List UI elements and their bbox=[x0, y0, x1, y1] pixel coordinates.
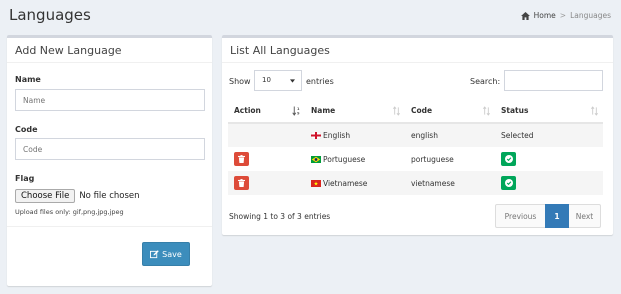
name-input[interactable] bbox=[15, 89, 205, 111]
add-language-title: Add New Language bbox=[7, 38, 212, 63]
edit-icon bbox=[150, 249, 159, 258]
name-label: Name bbox=[15, 75, 41, 84]
svg-text:1: 1 bbox=[297, 107, 300, 111]
name-cell: English bbox=[305, 123, 405, 147]
action-cell bbox=[228, 147, 305, 171]
action-cell bbox=[228, 123, 305, 147]
table-row: Vietnamese vietnamese bbox=[228, 171, 603, 195]
code-input[interactable] bbox=[15, 138, 205, 160]
column-header-action[interactable]: Action 1 9 bbox=[228, 99, 305, 124]
br-flag-icon bbox=[311, 155, 321, 163]
breadcrumb: Home > Languages bbox=[520, 11, 611, 20]
flag-file-input[interactable]: Choose File No file chosen bbox=[15, 189, 140, 203]
status-cell: Selected bbox=[495, 123, 603, 147]
status-cell bbox=[495, 147, 603, 171]
set-active-button[interactable] bbox=[501, 152, 516, 166]
choose-file-button[interactable]: Choose File bbox=[15, 189, 76, 203]
search-input[interactable] bbox=[504, 70, 603, 91]
caret-down-icon bbox=[290, 79, 295, 83]
column-header-code[interactable]: Code bbox=[405, 99, 495, 124]
delete-button[interactable] bbox=[234, 152, 249, 166]
languages-table: Action 1 9 Name Code Status English engl… bbox=[228, 99, 603, 195]
breadcrumb-home[interactable]: Home bbox=[534, 11, 556, 20]
name-cell: Vietnamese bbox=[305, 171, 405, 195]
save-button[interactable]: Save bbox=[142, 242, 190, 266]
sort-asc-icon: 1 9 bbox=[292, 106, 300, 116]
page-title: Languages bbox=[9, 6, 91, 24]
entries-label: entries bbox=[306, 77, 334, 86]
file-status: No file chosen bbox=[79, 191, 140, 201]
trash-icon bbox=[238, 155, 245, 163]
table-header-row: Action 1 9 Name Code Status bbox=[228, 99, 603, 124]
table-row: Portuguese portuguese bbox=[228, 147, 603, 171]
table-info: Showing 1 to 3 of 3 entries bbox=[229, 212, 331, 221]
action-cell bbox=[228, 171, 305, 195]
column-header-status[interactable]: Status bbox=[495, 99, 603, 124]
status-cell bbox=[495, 171, 603, 195]
table-row: English english Selected bbox=[228, 123, 603, 147]
sort-both-icon bbox=[392, 106, 401, 116]
sort-both-icon bbox=[590, 106, 599, 116]
language-list-title: List All Languages bbox=[222, 38, 613, 63]
gb-flag-icon bbox=[311, 132, 321, 139]
previous-page-button[interactable]: Previous bbox=[495, 204, 546, 228]
flag-label: Flag bbox=[15, 174, 35, 183]
code-cell: english bbox=[405, 123, 495, 147]
column-header-name[interactable]: Name bbox=[305, 99, 405, 124]
page-1-button[interactable]: 1 bbox=[545, 204, 569, 228]
language-list-panel: List All Languages Show 10 entries Searc… bbox=[222, 35, 613, 235]
set-active-button[interactable] bbox=[501, 176, 516, 190]
entries-select-value: 10 bbox=[262, 76, 271, 84]
vn-flag-icon bbox=[311, 179, 321, 187]
trash-icon bbox=[238, 179, 245, 187]
svg-text:9: 9 bbox=[297, 112, 300, 116]
home-icon bbox=[520, 11, 530, 20]
form-divider bbox=[7, 226, 212, 227]
save-label: Save bbox=[162, 249, 182, 259]
breadcrumb-current: Languages bbox=[570, 11, 611, 20]
pagination: Previous 1 Next bbox=[495, 204, 601, 228]
next-page-button[interactable]: Next bbox=[568, 204, 601, 228]
check-circle-icon bbox=[504, 155, 513, 163]
code-label: Code bbox=[15, 125, 38, 134]
code-cell: vietnamese bbox=[405, 171, 495, 195]
show-label: Show bbox=[229, 77, 251, 86]
name-cell: Portuguese bbox=[305, 147, 405, 171]
breadcrumb-separator: > bbox=[559, 11, 567, 20]
sort-both-icon bbox=[482, 106, 491, 116]
add-language-panel: Add New Language Name Code Flag Choose F… bbox=[7, 35, 212, 286]
delete-button[interactable] bbox=[234, 176, 249, 190]
search-label: Search: bbox=[470, 77, 501, 86]
upload-help-text: Upload files only: gif,png,jpg,jpeg bbox=[15, 208, 124, 216]
entries-select[interactable]: 10 bbox=[254, 70, 302, 91]
check-circle-icon bbox=[504, 179, 513, 187]
code-cell: portuguese bbox=[411, 154, 454, 164]
